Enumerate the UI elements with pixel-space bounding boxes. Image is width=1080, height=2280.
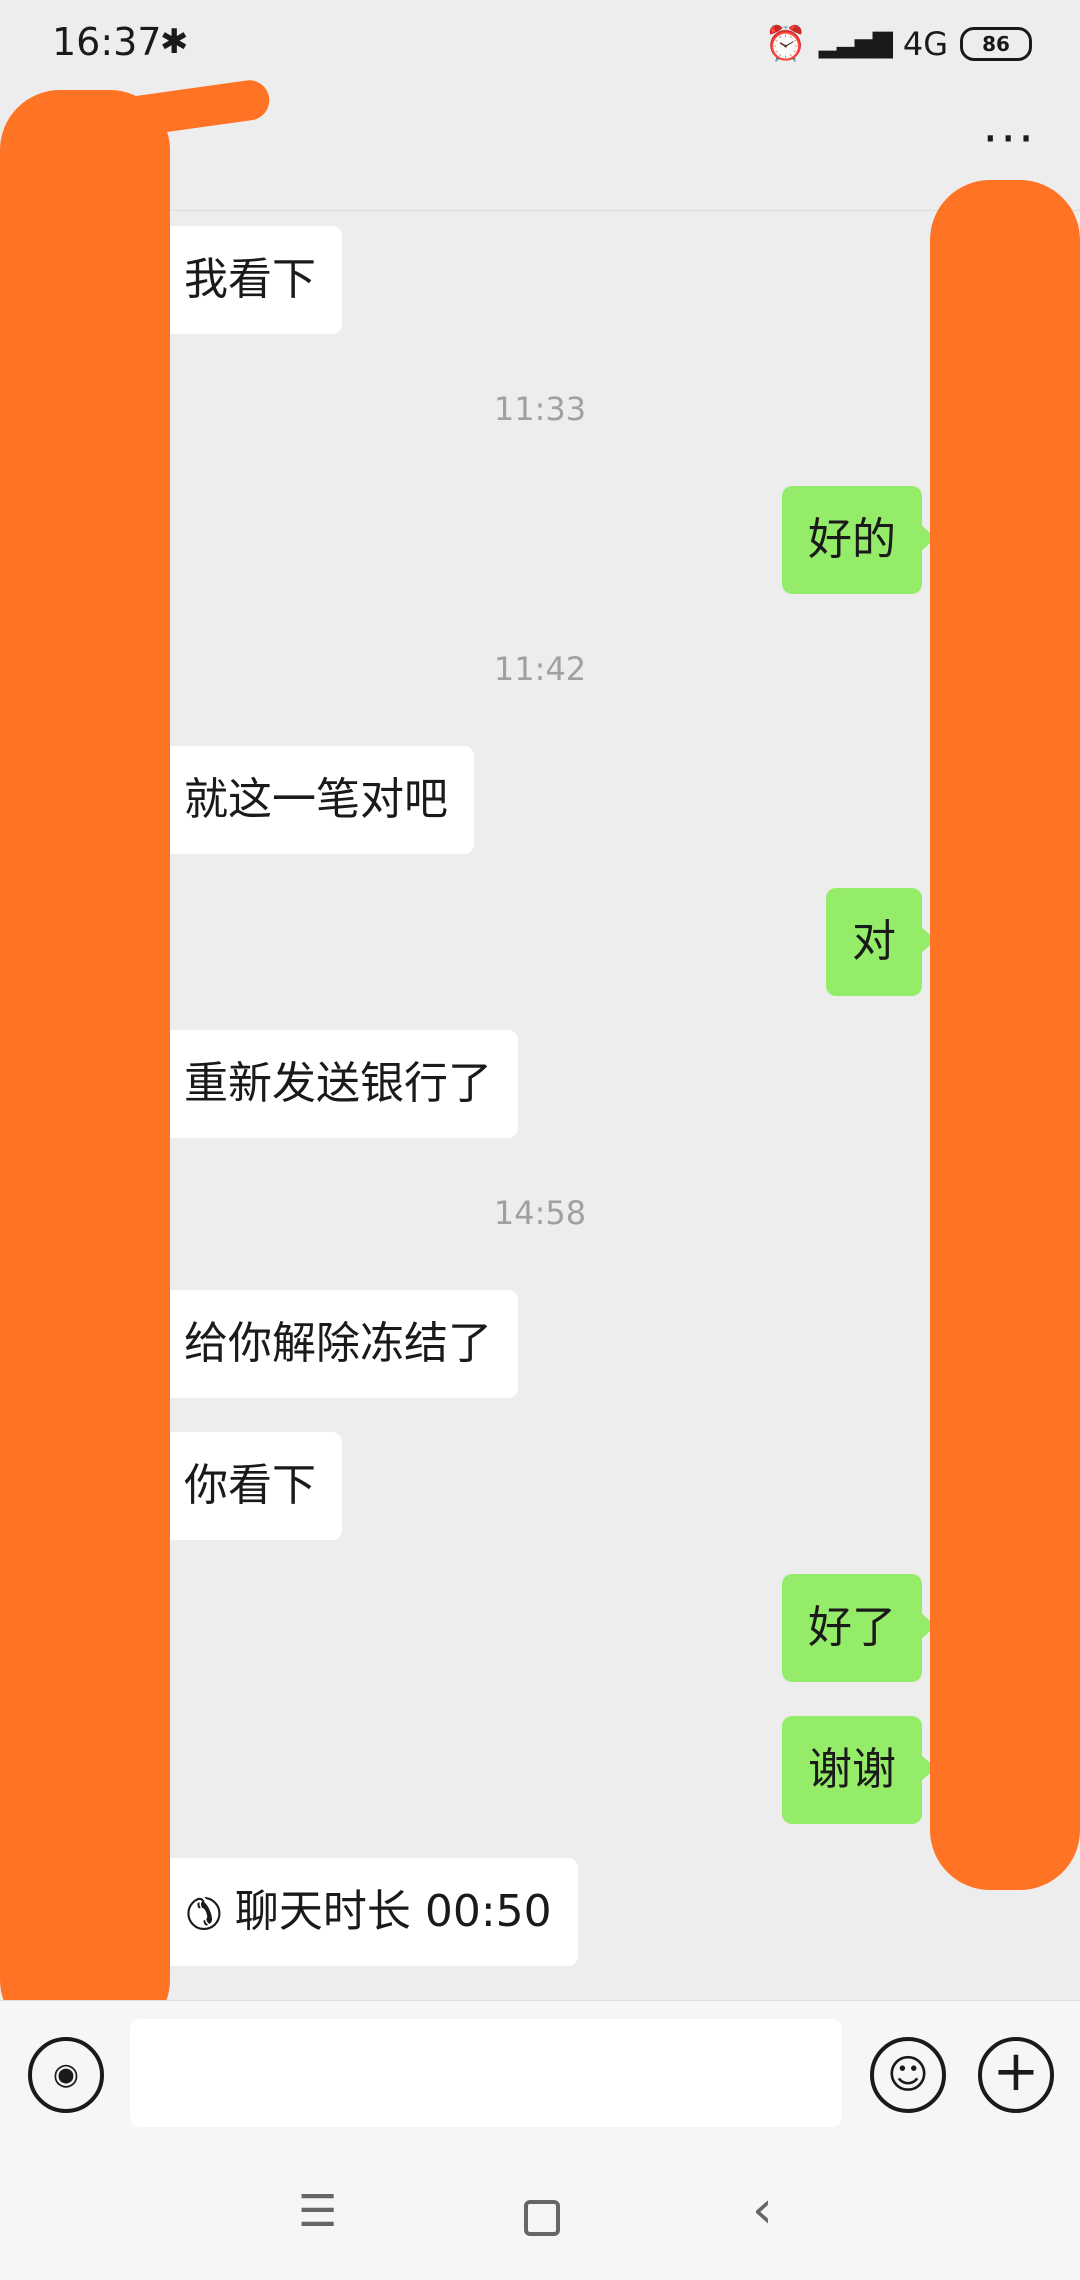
message-input[interactable] bbox=[130, 2019, 842, 2127]
back-icon[interactable]: ‹ bbox=[752, 2180, 773, 2240]
call-duration: 聊天时长 00:50 bbox=[234, 1886, 552, 1937]
more-icon[interactable]: ··· bbox=[982, 110, 1036, 168]
message-bubble[interactable]: 谢谢 bbox=[782, 1716, 936, 1824]
plus-icon[interactable]: + bbox=[978, 2037, 1054, 2113]
message-bubble[interactable]: 我看下 bbox=[144, 226, 342, 334]
message-bubble[interactable]: 对 bbox=[826, 888, 936, 996]
network-label: 4G bbox=[902, 25, 948, 63]
voice-icon[interactable]: ◉ bbox=[28, 2037, 104, 2113]
home-icon[interactable] bbox=[524, 2200, 560, 2236]
message-bubble[interactable]: 就这一笔对吧 bbox=[144, 746, 474, 854]
alarm-icon: ⏰ bbox=[764, 24, 807, 64]
message-bubble[interactable]: 好了 bbox=[782, 1574, 936, 1682]
redaction-scribble-left bbox=[0, 90, 170, 2040]
call-record-bubble[interactable]: ✆聊天时长 00:50 bbox=[144, 1858, 578, 1966]
input-bar: ◉ ☺ + bbox=[0, 2000, 1080, 2151]
message-bubble[interactable]: 好的 bbox=[782, 486, 936, 594]
battery-icon: 86 bbox=[960, 27, 1032, 61]
signal-icon: ▂▃▅▇ bbox=[818, 29, 893, 59]
message-bubble[interactable]: 重新发送银行了 bbox=[144, 1030, 518, 1138]
system-nav-bar: ☰ ‹ bbox=[0, 2150, 1080, 2280]
message-bubble[interactable]: 你看下 bbox=[144, 1432, 342, 1540]
status-bar: 16:37 ✱ ⏰ ▂▃▅▇ 4G 86 bbox=[0, 0, 1080, 90]
bluetooth-icon: ✱ bbox=[160, 22, 189, 62]
chat-messages[interactable]: 我看下 11:33 好的 11:42 就这一笔对吧 对 重新发送银行了 14:5… bbox=[0, 77, 1080, 2040]
menu-icon[interactable]: ☰ bbox=[298, 2186, 337, 2237]
message-bubble[interactable]: 给你解除冻结了 bbox=[144, 1290, 518, 1398]
status-time: 16:37 bbox=[52, 20, 162, 64]
emoji-icon[interactable]: ☺ bbox=[870, 2037, 946, 2113]
redaction-scribble-right bbox=[930, 180, 1080, 1890]
status-indicators: ⏰ ▂▃▅▇ 4G 86 bbox=[765, 24, 1032, 64]
